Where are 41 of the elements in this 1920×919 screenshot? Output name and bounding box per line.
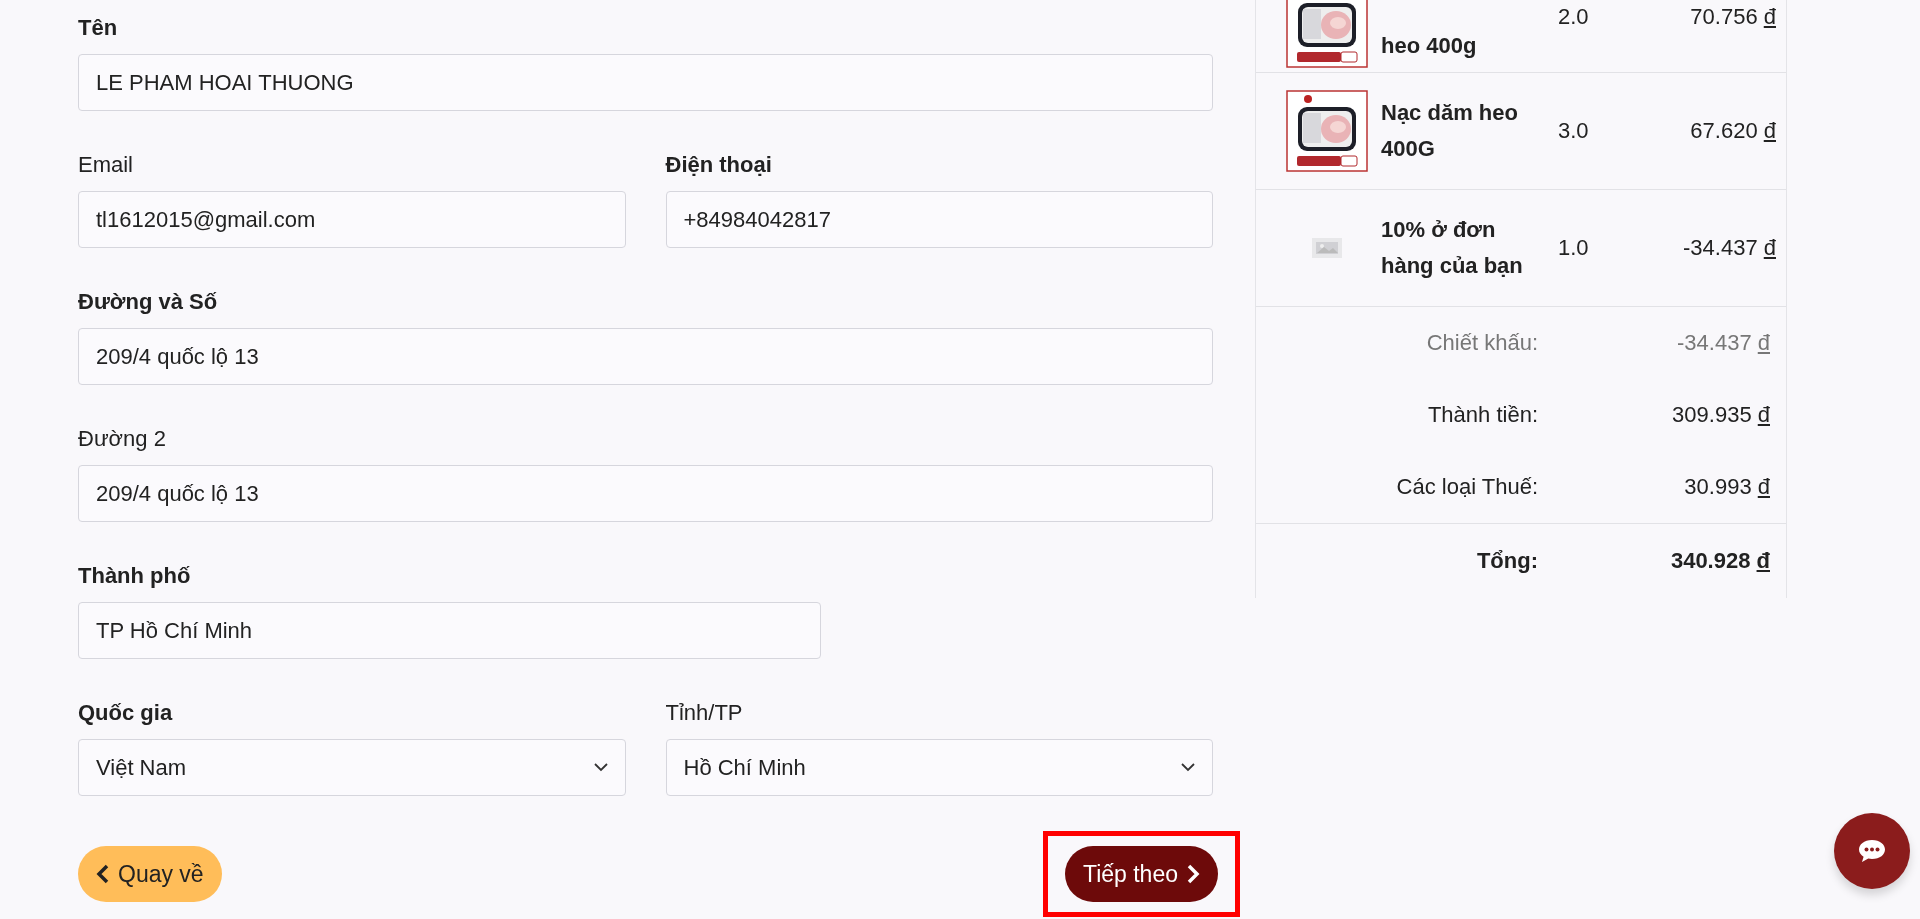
input-field[interactable]: 209/4 quốc lộ 13	[78, 328, 1213, 385]
quantity: 3.0	[1557, 118, 1590, 144]
product-name: 10% ở đơn hàng của bạn	[1381, 216, 1524, 280]
next-button[interactable]: Tiếp theo	[1064, 846, 1218, 902]
back-button[interactable]: Quay về	[78, 846, 222, 902]
field-label: Tên	[78, 14, 118, 42]
chevron-left-icon	[96, 864, 110, 884]
input-field[interactable]: +84984042817	[665, 191, 1213, 248]
chevron-down-icon	[593, 763, 608, 772]
quantity: 1.0	[1557, 235, 1590, 261]
field-label: Thành phố	[78, 562, 191, 590]
summary-label: Các loại Thuế:	[1395, 474, 1538, 500]
summary-label: Thành tiền:	[1426, 402, 1538, 428]
chat-button[interactable]	[1834, 813, 1910, 889]
input-field[interactable]: TP Hồ Chí Minh	[78, 602, 821, 659]
field-label: Quốc gia	[78, 699, 173, 727]
field-label: Tỉnh/TP	[665, 699, 743, 727]
product-name: Nạc dăm heo 400G	[1381, 99, 1519, 163]
field-label: Email	[78, 151, 133, 179]
input-field[interactable]: 209/4 quốc lộ 13	[78, 465, 1213, 522]
price: 70.756 đ	[1689, 3, 1776, 30]
select-field[interactable]: Hồ Chí Minh	[665, 739, 1213, 796]
chevron-right-icon	[1186, 864, 1200, 884]
input-field[interactable]: tl1612015@gmail.com	[78, 191, 626, 248]
summary-value: -34.437 đ	[1676, 330, 1770, 356]
price: -34.437 đ	[1682, 235, 1776, 261]
field-label: Điện thoại	[665, 151, 772, 179]
summary-label: Tổng:	[1475, 548, 1538, 574]
input-field[interactable]: LE PHAM HOAI THUONG	[78, 54, 1213, 111]
summary-value: 309.935 đ	[1671, 402, 1770, 428]
chevron-down-icon	[1181, 763, 1195, 772]
summary-value: 30.993 đ	[1683, 474, 1770, 500]
select-field[interactable]: Việt Nam	[78, 739, 626, 796]
summary-label: Chiết khấu:	[1425, 330, 1538, 356]
field-label: Đường và Số	[78, 288, 218, 316]
chat-bubble-icon	[1857, 838, 1887, 864]
summary-value: 340.928 đ	[1669, 548, 1770, 574]
price: 67.620 đ	[1689, 118, 1776, 144]
quantity: 2.0	[1557, 3, 1590, 30]
product-name: heo 400g	[1381, 32, 1478, 60]
field-label: Đường 2	[78, 425, 166, 453]
